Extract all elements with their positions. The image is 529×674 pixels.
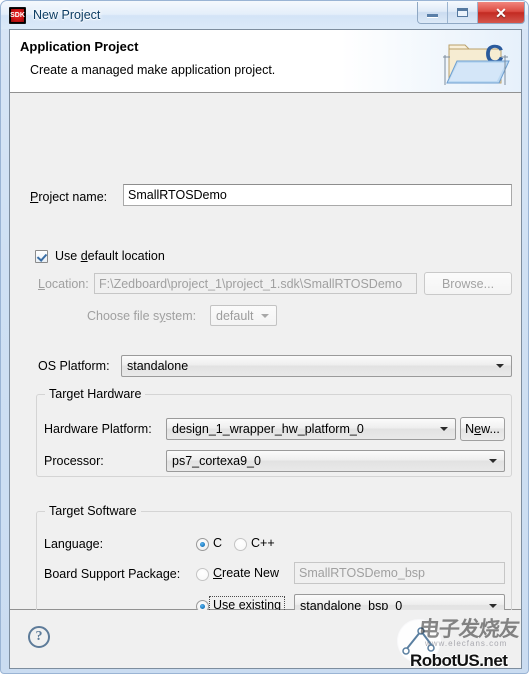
- dialog-footer: ? < Back Next > Finish Cancel: [10, 610, 521, 667]
- close-icon: ✕: [495, 4, 507, 21]
- os-platform-label: OS Platform:: [38, 359, 110, 373]
- hardware-platform-label: Hardware Platform:: [44, 422, 152, 436]
- os-platform-value: standalone: [127, 359, 189, 373]
- processor-label: Processor:: [44, 454, 104, 468]
- bsp-create-new-input[interactable]: SmallRTOSDemo_bsp: [294, 562, 505, 584]
- page-title: Application Project: [20, 39, 139, 54]
- target-hardware-group-title: Target Hardware: [45, 387, 146, 401]
- chevron-down-icon: [489, 603, 497, 608]
- chevron-down-icon: [489, 459, 497, 463]
- minimize-icon: [427, 13, 438, 18]
- close-button[interactable]: ✕: [478, 2, 524, 23]
- choose-file-system-label: Choose file system:: [87, 309, 197, 323]
- sdk-app-icon: SDK: [9, 6, 26, 24]
- dialog-client-area: Application Project Create a managed mak…: [9, 29, 522, 669]
- project-name-label: Project name:: [30, 190, 108, 204]
- language-radio-c-label: C: [213, 536, 223, 550]
- chevron-down-icon: [496, 364, 504, 368]
- c-project-folder-icon: C: [441, 35, 513, 89]
- minimize-button[interactable]: [418, 2, 448, 23]
- processor-value: ps7_cortexa9_0: [172, 454, 261, 468]
- maximize-button[interactable]: [448, 2, 478, 23]
- maximize-icon: [457, 8, 468, 17]
- language-radio-cpp[interactable]: [234, 538, 247, 551]
- location-input[interactable]: F:\Zedboard\project_1\project_1.sdk\Smal…: [94, 273, 417, 294]
- bsp-label: Board Support Package:: [44, 567, 181, 581]
- target-software-group-title: Target Software: [45, 504, 141, 518]
- language-label: Language:: [44, 537, 104, 551]
- hardware-platform-select[interactable]: design_1_wrapper_hw_platform_0: [166, 418, 456, 440]
- processor-select[interactable]: ps7_cortexa9_0: [166, 450, 505, 472]
- choose-file-system-select[interactable]: default: [210, 305, 277, 326]
- window-title: New Project: [33, 8, 101, 22]
- new-hardware-platform-button[interactable]: Ne w...: [460, 417, 505, 441]
- bsp-radio-create-new[interactable]: [196, 568, 209, 581]
- browse-button[interactable]: Browse...: [424, 272, 512, 295]
- use-default-location-checkbox[interactable]: [35, 250, 48, 263]
- chevron-down-icon: [440, 427, 448, 431]
- browse-button-label: Browse...: [441, 276, 495, 291]
- sdk-icon-label: SDK: [10, 11, 25, 19]
- dialog-header: Application Project Create a managed mak…: [10, 30, 521, 93]
- location-label: Location:: [38, 277, 89, 291]
- help-icon[interactable]: ?: [28, 626, 50, 648]
- project-name-input[interactable]: SmallRTOSDemo: [123, 184, 512, 206]
- bsp-create-new-label: Create New: [213, 566, 280, 580]
- os-platform-select[interactable]: standalone: [121, 355, 512, 377]
- chevron-down-icon: [261, 313, 269, 318]
- language-radio-cpp-label: C++: [251, 536, 275, 550]
- choose-file-system-value: default: [216, 308, 254, 323]
- use-default-location-label: Use default location: [55, 249, 165, 263]
- window-controls: ✕: [417, 2, 525, 24]
- hardware-platform-value: design_1_wrapper_hw_platform_0: [172, 422, 364, 436]
- new-project-dialog-window: SDK New Project ✕ Application Project Cr…: [0, 0, 529, 674]
- page-subtitle: Create a managed make application projec…: [30, 63, 276, 77]
- dialog-body: Project name: SmallRTOSDemo Use default …: [10, 93, 521, 626]
- language-radio-c[interactable]: [196, 538, 209, 551]
